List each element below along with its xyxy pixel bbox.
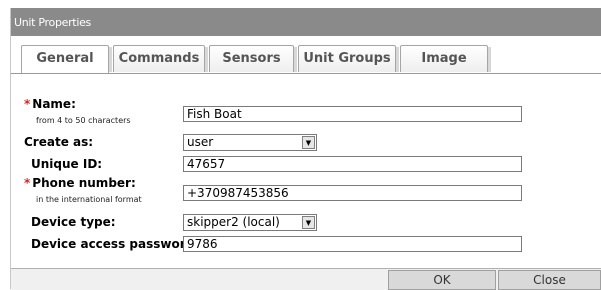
password-label: Device access password: xyxy=(31,237,199,251)
tab-sensors[interactable]: Sensors xyxy=(209,45,297,72)
tab-unit-groups[interactable]: Unit Groups xyxy=(298,45,399,72)
phone-label-text: Phone number: xyxy=(32,176,136,190)
tab-image[interactable]: Image xyxy=(400,45,491,72)
unique-id-label: Unique ID: xyxy=(31,157,103,171)
password-input[interactable]: 9786 xyxy=(183,236,522,252)
name-hint: from 4 to 50 characters xyxy=(36,116,131,125)
phone-hint: in the international format xyxy=(36,195,142,204)
unit-properties-dialog: Unit Properties General Commands Sensors… xyxy=(10,8,601,290)
required-marker: * xyxy=(24,97,31,111)
dropdown-arrow-icon[interactable]: ▼ xyxy=(302,216,315,229)
tab-commands[interactable]: Commands xyxy=(113,45,208,72)
name-label-text: Name: xyxy=(32,97,76,111)
create-as-value: user xyxy=(187,135,214,149)
unique-id-input[interactable]: 47657 xyxy=(183,156,522,172)
tab-general[interactable]: General xyxy=(21,45,112,74)
dialog-footer: OK Close xyxy=(11,268,601,290)
dropdown-arrow-icon[interactable]: ▼ xyxy=(302,136,315,149)
tab-strip: General Commands Sensors Unit Groups Ima… xyxy=(11,36,601,74)
phone-label: * Phone number: xyxy=(24,176,136,190)
device-type-label: Device type: xyxy=(31,215,116,229)
dialog-title: Unit Properties xyxy=(14,16,91,29)
create-as-select[interactable]: user ▼ xyxy=(183,134,317,151)
phone-input[interactable]: +370987453856 xyxy=(183,185,522,201)
name-label: * Name: xyxy=(24,97,76,111)
device-type-value: skipper2 (local) xyxy=(187,215,280,229)
name-input[interactable]: Fish Boat xyxy=(183,106,522,122)
required-marker: * xyxy=(24,176,31,190)
device-type-select[interactable]: skipper2 (local) ▼ xyxy=(183,214,317,231)
title-bar[interactable]: Unit Properties xyxy=(11,8,601,36)
ok-button[interactable]: OK xyxy=(388,270,496,290)
create-as-label: Create as: xyxy=(24,135,94,149)
close-button[interactable]: Close xyxy=(498,270,601,290)
general-form: * Name: from 4 to 50 characters Fish Boat… xyxy=(11,74,601,268)
